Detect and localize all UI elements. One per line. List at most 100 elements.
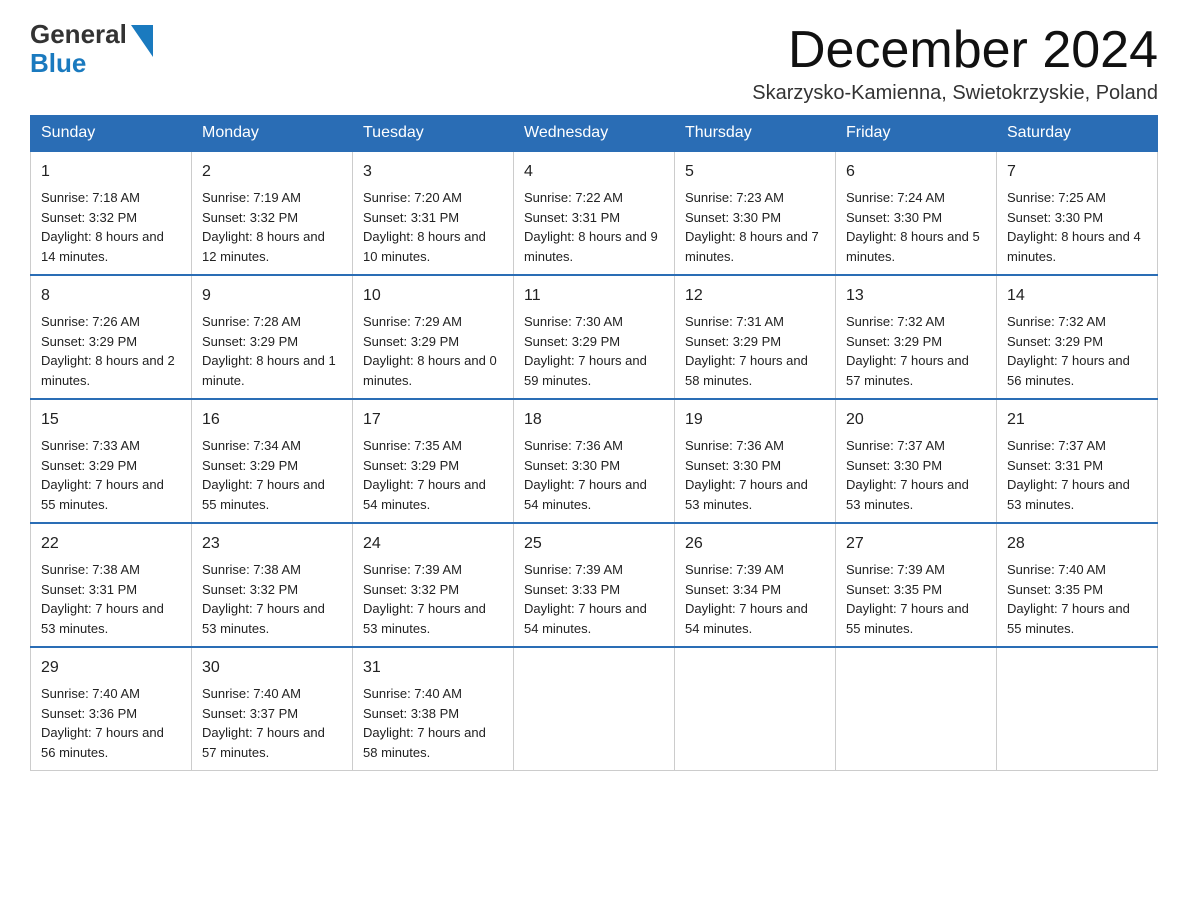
day-number: 13: [846, 284, 986, 308]
calendar-day-cell: 18 Sunrise: 7:36 AMSunset: 3:30 PMDayligh…: [514, 399, 675, 523]
calendar-day-header: Wednesday: [514, 116, 675, 152]
day-number: 22: [41, 532, 181, 556]
day-info: Sunrise: 7:40 AMSunset: 3:38 PMDaylight:…: [363, 686, 486, 760]
calendar-day-cell: 31 Sunrise: 7:40 AMSunset: 3:38 PMDayligh…: [353, 647, 514, 771]
day-info: Sunrise: 7:36 AMSunset: 3:30 PMDaylight:…: [524, 438, 647, 512]
day-info: Sunrise: 7:37 AMSunset: 3:30 PMDaylight:…: [846, 438, 969, 512]
day-number: 28: [1007, 532, 1147, 556]
day-number: 15: [41, 408, 181, 432]
calendar-day-cell: 10Sunrise: 7:29 AMSunset: 3:29 PMDayligh…: [353, 275, 514, 399]
day-number: 1: [41, 160, 181, 184]
day-number: 17: [363, 408, 503, 432]
calendar-day-cell: 17 Sunrise: 7:35 AMSunset: 3:29 PMDayligh…: [353, 399, 514, 523]
calendar-day-cell: 19Sunrise: 7:36 AMSunset: 3:30 PMDayligh…: [675, 399, 836, 523]
day-info: Sunrise: 7:26 AMSunset: 3:29 PMDaylight:…: [41, 314, 175, 388]
calendar-day-cell: 11 Sunrise: 7:30 AMSunset: 3:29 PMDayligh…: [514, 275, 675, 399]
day-number: 9: [202, 284, 342, 308]
calendar-day-cell: 22 Sunrise: 7:38 AMSunset: 3:31 PMDayligh…: [31, 523, 192, 647]
day-info: Sunrise: 7:18 AMSunset: 3:32 PMDaylight:…: [41, 190, 164, 264]
day-number: 10: [363, 284, 503, 308]
day-info: Sunrise: 7:32 AMSunset: 3:29 PMDaylight:…: [846, 314, 969, 388]
day-number: 29: [41, 656, 181, 680]
calendar-header-row: SundayMondayTuesdayWednesdayThursdayFrid…: [31, 116, 1158, 152]
location-subtitle: Skarzysko-Kamienna, Swietokrzyskie, Pola…: [752, 82, 1158, 105]
logo-blue: Blue: [30, 49, 127, 78]
logo: General Blue: [30, 20, 153, 77]
calendar-day-header: Sunday: [31, 116, 192, 152]
day-info: Sunrise: 7:34 AMSunset: 3:29 PMDaylight:…: [202, 438, 325, 512]
day-info: Sunrise: 7:19 AMSunset: 3:32 PMDaylight:…: [202, 190, 325, 264]
day-number: 8: [41, 284, 181, 308]
day-number: 16: [202, 408, 342, 432]
day-info: Sunrise: 7:28 AMSunset: 3:29 PMDaylight:…: [202, 314, 336, 388]
calendar-day-cell: 24 Sunrise: 7:39 AMSunset: 3:32 PMDayligh…: [353, 523, 514, 647]
calendar-day-cell: 21 Sunrise: 7:37 AMSunset: 3:31 PMDayligh…: [997, 399, 1158, 523]
day-info: Sunrise: 7:40 AMSunset: 3:37 PMDaylight:…: [202, 686, 325, 760]
calendar-day-cell: 23 Sunrise: 7:38 AMSunset: 3:32 PMDayligh…: [192, 523, 353, 647]
month-title: December 2024: [752, 20, 1158, 80]
calendar-day-cell: 16 Sunrise: 7:34 AMSunset: 3:29 PMDayligh…: [192, 399, 353, 523]
calendar-day-cell: 3Sunrise: 7:20 AMSunset: 3:31 PMDaylight…: [353, 151, 514, 275]
day-info: Sunrise: 7:40 AMSunset: 3:35 PMDaylight:…: [1007, 562, 1130, 636]
day-info: Sunrise: 7:40 AMSunset: 3:36 PMDaylight:…: [41, 686, 164, 760]
day-number: 5: [685, 160, 825, 184]
day-number: 4: [524, 160, 664, 184]
day-number: 23: [202, 532, 342, 556]
calendar-day-cell: 30Sunrise: 7:40 AMSunset: 3:37 PMDayligh…: [192, 647, 353, 771]
calendar-day-cell: 8 Sunrise: 7:26 AMSunset: 3:29 PMDaylight…: [31, 275, 192, 399]
calendar-day-cell: 29 Sunrise: 7:40 AMSunset: 3:36 PMDayligh…: [31, 647, 192, 771]
day-info: Sunrise: 7:38 AMSunset: 3:31 PMDaylight:…: [41, 562, 164, 636]
calendar-day-cell: 4Sunrise: 7:22 AMSunset: 3:31 PMDaylight…: [514, 151, 675, 275]
page-header: General Blue December 2024 Skarzysko-Kam…: [30, 20, 1158, 105]
calendar-day-cell: 28 Sunrise: 7:40 AMSunset: 3:35 PMDayligh…: [997, 523, 1158, 647]
day-number: 24: [363, 532, 503, 556]
day-number: 6: [846, 160, 986, 184]
calendar-day-cell: 6Sunrise: 7:24 AMSunset: 3:30 PMDaylight…: [836, 151, 997, 275]
day-info: Sunrise: 7:32 AMSunset: 3:29 PMDaylight:…: [1007, 314, 1130, 388]
calendar-table: SundayMondayTuesdayWednesdayThursdayFrid…: [30, 115, 1158, 771]
calendar-day-cell: 12 Sunrise: 7:31 AMSunset: 3:29 PMDayligh…: [675, 275, 836, 399]
calendar-day-cell: 27 Sunrise: 7:39 AMSunset: 3:35 PMDayligh…: [836, 523, 997, 647]
calendar-week-row: 8 Sunrise: 7:26 AMSunset: 3:29 PMDaylight…: [31, 275, 1158, 399]
calendar-day-cell: [997, 647, 1158, 771]
day-number: 26: [685, 532, 825, 556]
day-info: Sunrise: 7:39 AMSunset: 3:35 PMDaylight:…: [846, 562, 969, 636]
day-number: 31: [363, 656, 503, 680]
day-number: 21: [1007, 408, 1147, 432]
title-area: December 2024 Skarzysko-Kamienna, Swieto…: [752, 20, 1158, 105]
day-info: Sunrise: 7:38 AMSunset: 3:32 PMDaylight:…: [202, 562, 325, 636]
day-number: 27: [846, 532, 986, 556]
calendar-day-cell: 15Sunrise: 7:33 AMSunset: 3:29 PMDayligh…: [31, 399, 192, 523]
day-info: Sunrise: 7:30 AMSunset: 3:29 PMDaylight:…: [524, 314, 647, 388]
calendar-day-cell: 5 Sunrise: 7:23 AMSunset: 3:30 PMDaylight…: [675, 151, 836, 275]
calendar-week-row: 15Sunrise: 7:33 AMSunset: 3:29 PMDayligh…: [31, 399, 1158, 523]
day-info: Sunrise: 7:20 AMSunset: 3:31 PMDaylight:…: [363, 190, 486, 264]
calendar-day-cell: 7Sunrise: 7:25 AMSunset: 3:30 PMDaylight…: [997, 151, 1158, 275]
calendar-day-header: Saturday: [997, 116, 1158, 152]
calendar-day-header: Thursday: [675, 116, 836, 152]
day-number: 11: [524, 284, 664, 308]
calendar-day-cell: 13 Sunrise: 7:32 AMSunset: 3:29 PMDayligh…: [836, 275, 997, 399]
calendar-day-cell: 1 Sunrise: 7:18 AMSunset: 3:32 PMDaylight…: [31, 151, 192, 275]
day-info: Sunrise: 7:37 AMSunset: 3:31 PMDaylight:…: [1007, 438, 1130, 512]
day-info: Sunrise: 7:25 AMSunset: 3:30 PMDaylight:…: [1007, 190, 1141, 264]
day-info: Sunrise: 7:35 AMSunset: 3:29 PMDaylight:…: [363, 438, 486, 512]
day-info: Sunrise: 7:39 AMSunset: 3:33 PMDaylight:…: [524, 562, 647, 636]
day-number: 25: [524, 532, 664, 556]
calendar-day-header: Tuesday: [353, 116, 514, 152]
day-info: Sunrise: 7:39 AMSunset: 3:32 PMDaylight:…: [363, 562, 486, 636]
day-info: Sunrise: 7:39 AMSunset: 3:34 PMDaylight:…: [685, 562, 808, 636]
calendar-day-cell: [836, 647, 997, 771]
calendar-day-header: Monday: [192, 116, 353, 152]
day-number: 14: [1007, 284, 1147, 308]
day-number: 18: [524, 408, 664, 432]
calendar-day-cell: 9 Sunrise: 7:28 AMSunset: 3:29 PMDaylight…: [192, 275, 353, 399]
day-info: Sunrise: 7:31 AMSunset: 3:29 PMDaylight:…: [685, 314, 808, 388]
day-info: Sunrise: 7:23 AMSunset: 3:30 PMDaylight:…: [685, 190, 819, 264]
calendar-day-cell: [675, 647, 836, 771]
logo-general: General: [30, 20, 127, 49]
day-number: 12: [685, 284, 825, 308]
calendar-day-cell: [514, 647, 675, 771]
logo-triangle-icon: [131, 25, 153, 57]
day-info: Sunrise: 7:36 AMSunset: 3:30 PMDaylight:…: [685, 438, 808, 512]
